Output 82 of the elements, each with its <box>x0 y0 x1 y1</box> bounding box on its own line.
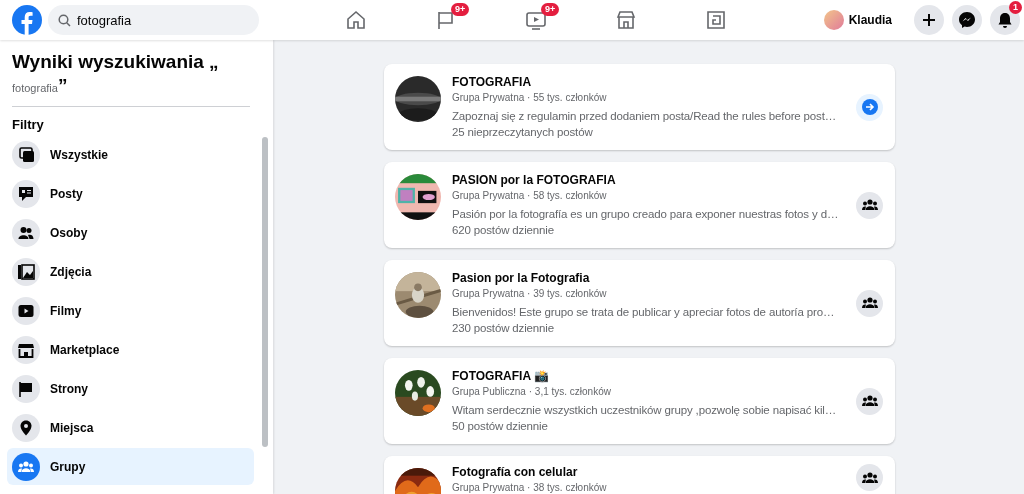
play-icon <box>18 304 34 317</box>
filter-item[interactable]: Miejsca <box>7 409 254 446</box>
group-activity: 620 postów dziennie <box>452 223 555 238</box>
group-name: FOTOGRAFIA <box>452 74 533 90</box>
messenger-button[interactable] <box>952 5 982 35</box>
group-result-card[interactable]: FOTOGRAFIA Grupa Prywatna · 55 tys. członków Zapoznaj się z regulamin przed dodaniem posta/Read the rules before post… 25 nieprzeczytanych postów <box>384 64 895 150</box>
group-activity: 230 postów dziennie <box>452 321 555 336</box>
group-result-card[interactable]: PASION por la FOTOGRAFIA Grupa Prywatna · 58 tys. członków Pasión por la fotografía es un grupo creado para exponer nuestras fotos y d… 620 postów dziennie <box>384 162 895 248</box>
group-name: FOTOGRAFIA 📸 <box>452 368 550 384</box>
group-icon <box>861 297 878 308</box>
home-icon <box>345 9 367 31</box>
group-meta: Grupa Prywatna · 55 tys. członków <box>452 91 608 105</box>
logo-icon[interactable] <box>12 5 42 35</box>
join-group-button[interactable] <box>856 289 883 317</box>
group-description: Bienvenidos! Este grupo se trata de publicar y apreciar fotos de autoría pro… <box>452 305 836 320</box>
filter-item[interactable]: Grupy <box>7 448 254 485</box>
group-description: Pasión por la fotografía es un grupo creado para exponer nuestras fotos y d… <box>452 207 840 222</box>
group-icon <box>861 199 878 210</box>
group-icon <box>861 471 878 483</box>
open-group-button[interactable] <box>856 93 883 121</box>
notification-badge: 9+ <box>541 3 560 16</box>
bell-icon <box>996 11 1014 29</box>
group-name: Pasion por la Fotografia <box>452 270 591 286</box>
group-name: PASION por la FOTOGRAFIA <box>452 172 617 188</box>
filter-item[interactable]: Marketplace <box>7 331 254 368</box>
notification-badge: 9+ <box>451 3 470 16</box>
filter-label: Zdjęcia <box>50 264 92 279</box>
filter-label: Filmy <box>50 303 82 318</box>
store-icon <box>18 343 34 358</box>
group-result-card[interactable]: Fotografía con celular Grupa Prywatna · 38 tys. członków <box>384 456 895 494</box>
results-heading: Wyniki wyszukiwania „ fotografia” <box>12 50 220 98</box>
filter-item[interactable]: Zdjęcia <box>7 253 254 290</box>
gaming-icon <box>705 9 727 31</box>
filter-item[interactable]: Osoby <box>7 214 254 251</box>
group-activity: 25 nieprzeczytanych postów <box>452 125 594 140</box>
messenger-icon <box>958 11 976 29</box>
search-icon <box>58 13 71 27</box>
plus-button[interactable] <box>914 5 944 35</box>
filter-label: Wszystkie <box>50 147 109 162</box>
group-meta: Grupa Prywatna · 39 tys. członków <box>452 287 608 301</box>
feed-icon <box>19 146 34 162</box>
group-icon <box>861 395 878 406</box>
group-meta: Grupa Prywatna · 38 tys. członków <box>452 481 608 494</box>
group-icon <box>18 460 34 472</box>
avatar <box>823 10 844 30</box>
search-input[interactable]: fotografia <box>77 12 237 28</box>
filter-label: Grupy <box>50 459 86 474</box>
group-description: Zapoznaj się z regulamin przed dodaniem posta/Read the rules before post… <box>452 109 838 124</box>
scrollbar[interactable] <box>262 137 268 447</box>
filter-item[interactable]: Strony <box>7 370 254 407</box>
filter-label: Marketplace <box>50 342 120 357</box>
filters-heading: Filtry <box>12 117 45 132</box>
location-pin-icon <box>20 420 32 435</box>
plus-icon <box>922 13 936 27</box>
flag-icon <box>19 380 32 398</box>
group-name: Fotografía con celular <box>452 464 579 480</box>
filter-item[interactable]: Filmy <box>7 292 254 329</box>
store-icon <box>615 9 637 31</box>
join-group-button[interactable] <box>856 464 883 491</box>
join-group-button[interactable] <box>856 191 883 219</box>
search-field[interactable]: fotografia <box>48 5 259 35</box>
video-icon <box>525 9 547 31</box>
bell-button[interactable] <box>990 5 1020 35</box>
group-description: Witam serdecznie wszystkich uczestników grupy ,pozwolę sobie napisać kil… <box>452 403 838 418</box>
filter-label: Miejsca <box>50 420 94 435</box>
nav-tab[interactable]: 9+ <box>401 0 491 40</box>
filter-item[interactable]: Wszystkie <box>7 136 254 173</box>
group-result-card[interactable]: FOTOGRAFIA 📸 Grupa Publiczna · 3,1 tys. członków Witam serdecznie wszystkich uczestników grupy ,pozwolę sobie napisać kil… 50 postów dziennie <box>384 358 895 444</box>
group-result-card[interactable]: Pasion por la Fotografia Grupa Prywatna · 39 tys. członków Bienvenidos! Este grupo se trata de publicar y apreciar fotos de autoría pro… 230 postów dziennie <box>384 260 895 346</box>
join-group-button[interactable] <box>856 387 883 415</box>
nav-tab[interactable]: 9+ <box>491 0 581 40</box>
photo-icon <box>18 263 35 280</box>
group-meta: Grupa Publiczna · 3,1 tys. członków <box>452 385 612 399</box>
people-icon <box>18 226 34 239</box>
filter-item[interactable]: Posty <box>7 175 254 212</box>
profile-button[interactable]: Klaudia <box>821 8 900 32</box>
filter-label: Osoby <box>50 225 88 240</box>
filter-label: Posty <box>50 186 83 201</box>
group-meta: Grupa Prywatna · 58 tys. członków <box>452 189 608 203</box>
filter-label: Strony <box>50 381 88 396</box>
speech-bubble-icon <box>19 186 33 201</box>
group-activity: 50 postów dziennie <box>452 419 549 434</box>
